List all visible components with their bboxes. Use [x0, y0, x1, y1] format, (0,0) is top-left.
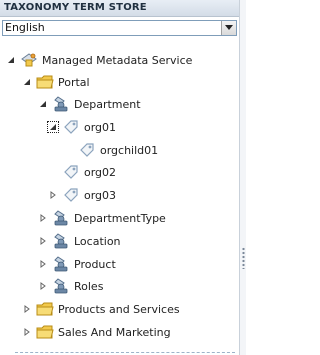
dropdown-button[interactable]	[221, 21, 236, 35]
expand-collapse-icon[interactable]	[6, 55, 16, 65]
expand-collapse-icon[interactable]	[38, 99, 48, 109]
splitter-grip-icon[interactable]	[242, 247, 245, 269]
panel-bottom-border	[15, 352, 235, 353]
expand-collapse-icon[interactable]	[48, 190, 58, 200]
tree-node-product[interactable]: Product	[38, 254, 116, 274]
tag-icon	[78, 142, 96, 158]
tree-node-label: Department	[74, 97, 141, 111]
expand-collapse-icon[interactable]	[38, 259, 48, 269]
tree-node-department[interactable]: Department	[38, 94, 141, 114]
metadata-service-icon	[20, 52, 38, 68]
expand-collapse-icon[interactable]	[47, 121, 59, 133]
expand-collapse-icon[interactable]	[38, 236, 48, 246]
tree-node-label: Product	[74, 257, 116, 271]
term-set-icon	[52, 233, 70, 249]
expand-collapse-icon[interactable]	[22, 327, 32, 337]
tree-node-label: Location	[74, 234, 121, 248]
tree-node-label: org01	[84, 120, 117, 134]
expand-collapse-icon[interactable]	[38, 281, 48, 291]
tree-node-label: Managed Metadata Service	[42, 53, 193, 67]
tree-node-org01[interactable]: org01	[47, 117, 117, 137]
tree-node-root[interactable]: Managed Metadata Service	[6, 50, 192, 70]
folder-icon	[36, 301, 54, 317]
expand-collapse-icon[interactable]	[38, 213, 48, 223]
language-select[interactable]: English	[2, 20, 237, 36]
tree-node-orgchild01[interactable]: orgchild01	[64, 140, 158, 160]
tree-node-departmenttype[interactable]: DepartmentType	[38, 208, 166, 228]
tree-node-label: DepartmentType	[74, 211, 166, 225]
folder-icon	[36, 324, 54, 340]
tree-node-products-services[interactable]: Products and Services	[22, 299, 180, 319]
term-set-icon	[52, 278, 70, 294]
panel-title: TAXONOMY TERM STORE	[0, 0, 246, 17]
language-select-row: English	[2, 20, 237, 36]
term-set-icon	[52, 210, 70, 226]
tree-node-label: Sales And Marketing	[58, 325, 171, 339]
tag-icon	[62, 119, 80, 135]
folder-icon	[36, 74, 54, 90]
tree-node-label: Products and Services	[58, 302, 180, 316]
expand-collapse-icon[interactable]	[22, 304, 32, 314]
term-set-icon	[52, 96, 70, 112]
tree-node-org02[interactable]: org02	[48, 162, 116, 182]
splitter[interactable]	[239, 0, 246, 355]
term-set-icon	[52, 256, 70, 272]
chevron-down-icon	[225, 25, 233, 30]
tree-node-org03[interactable]: org03	[48, 185, 116, 205]
tree-node-label: org03	[84, 188, 117, 202]
tree-node-location[interactable]: Location	[38, 231, 121, 251]
tag-icon	[62, 164, 80, 180]
tree-node-sales-marketing[interactable]: Sales And Marketing	[22, 322, 171, 342]
tree-node-label: org02	[84, 165, 117, 179]
tree-node-portal[interactable]: Portal	[22, 72, 90, 92]
tree-node-label: Roles	[74, 279, 104, 293]
language-value: English	[5, 21, 45, 34]
tree-node-label: Portal	[58, 75, 90, 89]
taxonomy-panel: TAXONOMY TERM STORE English Managed Meta…	[0, 0, 246, 355]
expand-collapse-icon[interactable]	[22, 77, 32, 87]
tree-node-label: orgchild01	[100, 143, 159, 157]
tree-node-roles[interactable]: Roles	[38, 276, 103, 296]
tag-icon	[62, 187, 80, 203]
